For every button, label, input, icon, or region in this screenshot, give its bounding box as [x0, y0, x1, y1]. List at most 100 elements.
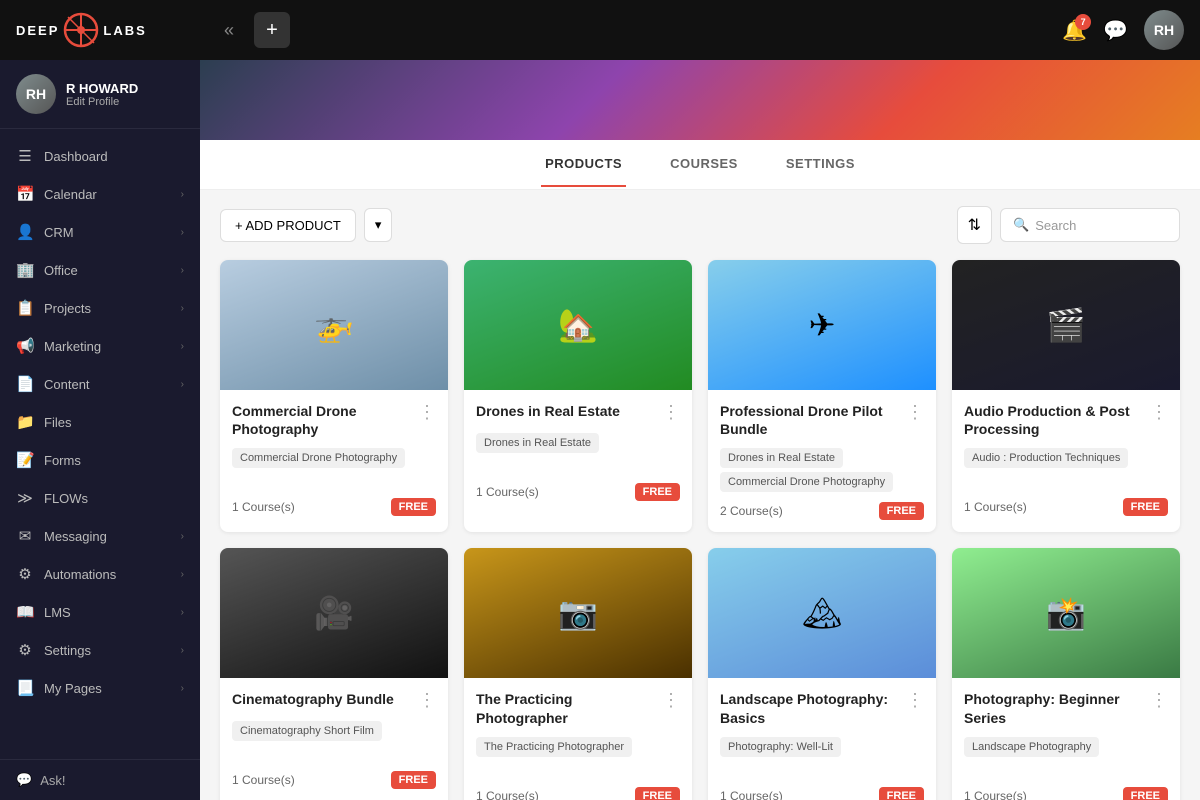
product-thumb-icon: 🎬 [1046, 306, 1086, 344]
product-menu-button-commercial-drone[interactable]: ⋮ [412, 402, 436, 423]
product-card-photography-beginner: 📸 Photography: Beginner Series ⋮ Landsca… [952, 548, 1180, 800]
sidebar-item-automations[interactable]: ⚙ Automations › [0, 555, 200, 593]
nav-item-left-files: 📁 Files [16, 413, 71, 431]
product-tags-practicing-photographer: The Practicing Photographer [476, 737, 680, 777]
tabs-bar: PRODUCTS COURSES SETTINGS [200, 140, 1200, 190]
price-badge-drones-real-estate: FREE [635, 483, 680, 501]
product-menu-button-cinematography-bundle[interactable]: ⋮ [412, 690, 436, 711]
brand-pre: DEEP [16, 23, 59, 38]
avatar: RH [16, 74, 56, 114]
messages-button[interactable]: 💬 [1103, 18, 1128, 43]
sidebar-item-flows[interactable]: ≫ FLOWs [0, 479, 200, 517]
course-count-cinematography-bundle: 1 Course(s) [232, 773, 295, 787]
sidebar-item-my-pages[interactable]: 📃 My Pages › [0, 669, 200, 707]
product-thumbnail-drones-real-estate: 🏡 [464, 260, 692, 390]
sort-button[interactable]: ⇅ [957, 206, 992, 244]
nav-icon-messaging: ✉ [16, 527, 34, 545]
nav-icon-office: 🏢 [16, 261, 34, 279]
nav-icon-my-pages: 📃 [16, 679, 34, 697]
nav-chevron-calendar: › [181, 189, 184, 200]
price-badge-photography-beginner: FREE [1123, 787, 1168, 800]
product-header-photography-beginner: Photography: Beginner Series ⋮ [964, 690, 1168, 726]
tab-products[interactable]: PRODUCTS [541, 142, 626, 187]
search-box[interactable]: 🔍 Search [1000, 208, 1180, 242]
product-title-audio-production: Audio Production & Post Processing [964, 402, 1144, 438]
profile-info: R HOWARD Edit Profile [66, 81, 138, 108]
nav-chevron-marketing: › [181, 341, 184, 352]
tab-courses[interactable]: COURSES [666, 142, 742, 187]
nav-label-forms: Forms [44, 453, 81, 468]
main-content: « + 🔔 7 💬 RH PRODUCTS COURSES SETTINGS + A… [200, 0, 1200, 800]
edit-profile-link[interactable]: Edit Profile [66, 96, 138, 108]
add-button[interactable]: + [254, 12, 290, 48]
sidebar-item-dashboard[interactable]: ☰ Dashboard [0, 137, 200, 175]
product-footer-professional-drone-pilot: 2 Course(s) FREE [720, 502, 924, 520]
collapse-sidebar-button[interactable]: « [216, 16, 242, 45]
price-badge-audio-production: FREE [1123, 498, 1168, 516]
product-menu-button-audio-production[interactable]: ⋮ [1144, 402, 1168, 423]
notification-button[interactable]: 🔔 7 [1062, 18, 1087, 43]
nav-chevron-messaging: › [181, 531, 184, 542]
product-thumbnail-professional-drone-pilot: ✈ [708, 260, 936, 390]
brand-logo-area: DEEP LABS [16, 12, 147, 48]
nav-icon-dashboard: ☰ [16, 147, 34, 165]
sidebar-item-office[interactable]: 🏢 Office › [0, 251, 200, 289]
nav-item-left-messaging: ✉ Messaging [16, 527, 107, 545]
product-menu-button-landscape-photography[interactable]: ⋮ [900, 690, 924, 711]
sidebar-item-calendar[interactable]: 📅 Calendar › [0, 175, 200, 213]
nav-item-left-lms: 📖 LMS [16, 603, 71, 621]
user-avatar[interactable]: RH [1144, 10, 1184, 50]
product-thumb-icon: 🚁 [314, 306, 354, 344]
filter-dropdown-button[interactable]: ▾ [364, 208, 393, 242]
product-tag: Photography: Well-Lit [720, 737, 841, 757]
nav-label-content: Content [44, 377, 90, 392]
product-header-cinematography-bundle: Cinematography Bundle ⋮ [232, 690, 436, 711]
product-card-cinematography-bundle: 🎥 Cinematography Bundle ⋮ Cinematography… [220, 548, 448, 800]
nav-icon-lms: 📖 [16, 603, 34, 621]
products-grid: 🚁 Commercial Drone Photography ⋮ Commerc… [220, 260, 1180, 800]
nav-item-left-my-pages: 📃 My Pages [16, 679, 102, 697]
product-header-drones-real-estate: Drones in Real Estate ⋮ [476, 402, 680, 423]
price-badge-practicing-photographer: FREE [635, 787, 680, 800]
sidebar-item-forms[interactable]: 📝 Forms [0, 441, 200, 479]
sidebar-item-messaging[interactable]: ✉ Messaging › [0, 517, 200, 555]
product-menu-button-professional-drone-pilot[interactable]: ⋮ [900, 402, 924, 423]
hero-banner [200, 60, 1200, 140]
add-product-button[interactable]: + ADD PRODUCT [220, 209, 356, 242]
product-card-practicing-photographer: 📷 The Practicing Photographer ⋮ The Prac… [464, 548, 692, 800]
product-title-photography-beginner: Photography: Beginner Series [964, 690, 1144, 726]
product-menu-button-photography-beginner[interactable]: ⋮ [1144, 690, 1168, 711]
product-thumbnail-photography-beginner: 📸 [952, 548, 1180, 678]
course-count-photography-beginner: 1 Course(s) [964, 789, 1027, 800]
course-count-drones-real-estate: 1 Course(s) [476, 485, 539, 499]
product-header-audio-production: Audio Production & Post Processing ⋮ [964, 402, 1168, 438]
product-footer-commercial-drone: 1 Course(s) FREE [232, 498, 436, 516]
sidebar-item-marketing[interactable]: 📢 Marketing › [0, 327, 200, 365]
sidebar-item-settings[interactable]: ⚙ Settings › [0, 631, 200, 669]
sidebar-item-content[interactable]: 📄 Content › [0, 365, 200, 403]
sidebar-item-crm[interactable]: 👤 CRM › [0, 213, 200, 251]
user-profile[interactable]: RH R HOWARD Edit Profile [0, 60, 200, 129]
sidebar-item-lms[interactable]: 📖 LMS › [0, 593, 200, 631]
product-header-practicing-photographer: The Practicing Photographer ⋮ [476, 690, 680, 726]
product-tag: The Practicing Photographer [476, 737, 632, 757]
product-card-drones-real-estate: 🏡 Drones in Real Estate ⋮ Drones in Real… [464, 260, 692, 532]
sidebar-item-projects[interactable]: 📋 Projects › [0, 289, 200, 327]
price-badge-commercial-drone: FREE [391, 498, 436, 516]
product-body-landscape-photography: Landscape Photography: Basics ⋮ Photogra… [708, 678, 936, 800]
toolbar-left: + ADD PRODUCT ▾ [220, 208, 392, 242]
tab-settings[interactable]: SETTINGS [782, 142, 859, 187]
brand-logo [63, 12, 99, 48]
product-body-cinematography-bundle: Cinematography Bundle ⋮ Cinematography S… [220, 678, 448, 800]
sidebar-item-files[interactable]: 📁 Files [0, 403, 200, 441]
product-menu-button-practicing-photographer[interactable]: ⋮ [656, 690, 680, 711]
product-title-commercial-drone: Commercial Drone Photography [232, 402, 412, 438]
nav-chevron-settings: › [181, 645, 184, 656]
nav-item-left-dashboard: ☰ Dashboard [16, 147, 108, 165]
ask-button[interactable]: 💬 Ask! [0, 759, 200, 800]
product-card-landscape-photography: 🏔 Landscape Photography: Basics ⋮ Photog… [708, 548, 936, 800]
nav-icon-projects: 📋 [16, 299, 34, 317]
brand-post: LABS [103, 23, 146, 38]
product-menu-button-drones-real-estate[interactable]: ⋮ [656, 402, 680, 423]
nav-label-files: Files [44, 415, 71, 430]
